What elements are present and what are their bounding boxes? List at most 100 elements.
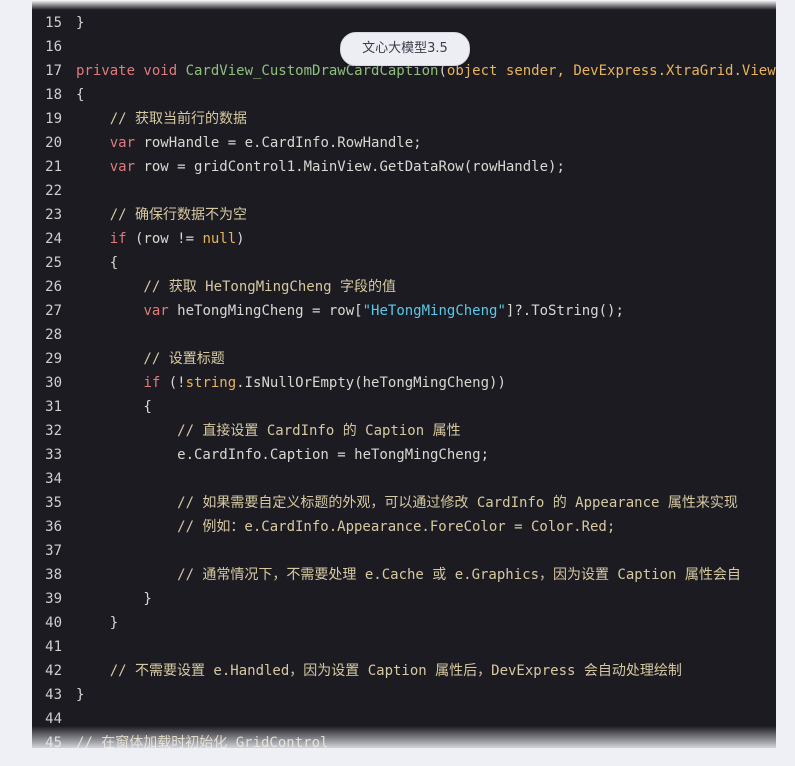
line-code: if (row != null)	[76, 227, 245, 251]
code-token: // 设置标题	[76, 351, 225, 367]
line-code: // 在窗体加载时初始化 GridControl	[76, 731, 328, 748]
code-line: 38 // 通常情况下，不需要处理 e.Cache 或 e.Graphics，因…	[32, 563, 776, 587]
line-code: if (!string.IsNullOrEmpty(heTongMingChen…	[76, 371, 506, 395]
code-line: 31 {	[32, 395, 776, 419]
code-token: // 通常情况下，不需要处理 e.Cache 或 e.Graphics，因为设置…	[76, 567, 741, 583]
code-line: 45 // 在窗体加载时初始化 GridControl	[32, 731, 776, 748]
code-line: 21 var row = gridControl1.MainView.GetDa…	[32, 155, 776, 179]
code-token: var	[109, 135, 136, 151]
line-code: }	[76, 587, 151, 611]
line-number: 17	[45, 63, 62, 79]
code-line: 40 }	[32, 611, 776, 635]
code-line: 27 var heTongMingCheng = row["HeTongMing…	[32, 299, 776, 323]
code-token: }	[76, 15, 85, 31]
line-number: 23	[45, 207, 62, 223]
code-token: (!	[160, 375, 186, 391]
line-number: 18	[45, 87, 62, 103]
line-code: {	[76, 395, 151, 419]
code-line: 32 // 直接设置 CardInfo 的 Caption 属性	[32, 419, 776, 443]
line-code: var rowHandle = e.CardInfo.RowHandle;	[76, 131, 422, 155]
line-code: // 不需要设置 e.Handled，因为设置 Caption 属性后，DevE…	[76, 659, 682, 683]
line-number: 16	[45, 39, 62, 55]
line-number: 38	[45, 567, 62, 583]
line-number: 22	[45, 183, 62, 199]
code-token: // 在窗体加载时初始化 GridControl	[76, 735, 329, 748]
line-number: 21	[45, 159, 62, 175]
code-line: 37	[32, 539, 776, 563]
code-line: 20 var rowHandle = e.CardInfo.RowHandle;	[32, 131, 776, 155]
code-token: rowHandle = e.CardInfo.RowHandle;	[135, 135, 422, 151]
line-number: 33	[45, 447, 62, 463]
line-code: e.CardInfo.Caption = heTongMingCheng;	[76, 443, 489, 467]
code-token: // 直接设置 CardInfo 的 Caption 属性	[76, 423, 461, 439]
line-code: }	[76, 683, 84, 707]
code-token: .IsNullOrEmpty(heTongMingCheng))	[236, 375, 506, 391]
code-lines: 15} 16 17 private void CardView_CustomDrawC…	[32, 11, 776, 748]
code-token: heTongMingCheng = row[	[168, 303, 363, 319]
code-token: if	[109, 231, 127, 247]
code-token: )	[236, 231, 245, 247]
line-code: // 确保行数据不为空	[76, 203, 247, 227]
code-token: string	[185, 375, 237, 391]
line-number: 42	[45, 663, 62, 679]
line-code: {	[76, 251, 118, 275]
line-number: 25	[45, 255, 62, 271]
code-line: 23 // 确保行数据不为空	[32, 203, 776, 227]
line-code: var heTongMingCheng = row["HeTongMingChe…	[76, 299, 624, 323]
code-token: // 如果需要自定义标题的外观，可以通过修改 CardInfo 的 Appear…	[76, 495, 738, 511]
code-line: 43}	[32, 683, 776, 707]
code-line: 42 // 不需要设置 e.Handled，因为设置 Caption 属性后，D…	[32, 659, 776, 683]
line-number: 24	[45, 231, 62, 247]
line-code: // 获取 HeTongMingCheng 字段的值	[76, 275, 396, 299]
line-number: 32	[45, 423, 62, 439]
code-token: // 确保行数据不为空	[76, 207, 248, 223]
code-token: null	[202, 231, 237, 247]
code-line: 44	[32, 707, 776, 731]
code-token: (row !=	[126, 231, 203, 247]
line-code: // 例如：e.CardInfo.Appearance.ForeColor = …	[76, 515, 615, 539]
model-badge[interactable]: 文心大模型3.5	[340, 32, 470, 66]
line-number: 35	[45, 495, 62, 511]
code-line: 19 // 获取当前行的数据	[32, 107, 776, 131]
line-number: 19	[45, 111, 62, 127]
code-line: 24 if (row != null)	[32, 227, 776, 251]
code-line: 22	[32, 179, 776, 203]
code-token: }	[76, 687, 85, 703]
code-token: "HeTongMingCheng"	[362, 303, 506, 319]
line-number: 41	[45, 639, 62, 655]
line-number: 30	[45, 375, 62, 391]
line-code: }	[76, 11, 84, 35]
line-number: 26	[45, 279, 62, 295]
code-token: var	[143, 303, 169, 319]
code-token: private void	[76, 63, 186, 79]
code-line: 39 }	[32, 587, 776, 611]
line-number: 31	[45, 399, 62, 415]
code-token: // 不需要设置 e.Handled，因为设置 Caption 属性后，DevE…	[76, 663, 682, 679]
line-number: 29	[45, 351, 62, 367]
line-number: 37	[45, 543, 62, 559]
line-code: }	[76, 611, 118, 635]
code-line: 41	[32, 635, 776, 659]
line-number: 44	[45, 711, 62, 727]
code-line: 35 // 如果需要自定义标题的外观，可以通过修改 CardInfo 的 App…	[32, 491, 776, 515]
code-line: 18 {	[32, 83, 776, 107]
code-token: if	[143, 375, 161, 391]
line-code: // 如果需要自定义标题的外观，可以通过修改 CardInfo 的 Appear…	[76, 491, 738, 515]
line-code: // 直接设置 CardInfo 的 Caption 属性	[76, 419, 461, 443]
code-token: sender, DevExpress.XtraGrid.Views.	[497, 63, 776, 79]
code-token: // 获取当前行的数据	[76, 111, 248, 127]
code-token: ]?.ToString();	[505, 303, 624, 319]
code-line: 36 // 例如：e.CardInfo.Appearance.ForeColor…	[32, 515, 776, 539]
line-number: 36	[45, 519, 62, 535]
code-token: row = gridControl1.MainView.GetDataRow(r…	[135, 159, 565, 175]
code-line: 28	[32, 323, 776, 347]
code-line: 25 {	[32, 251, 776, 275]
code-token: }	[76, 615, 119, 631]
line-code: // 通常情况下，不需要处理 e.Cache 或 e.Graphics，因为设置…	[76, 563, 741, 587]
code-token: e.CardInfo.Caption = heTongMingCheng;	[76, 447, 490, 463]
code-token: var	[109, 159, 136, 175]
line-code: var row = gridControl1.MainView.GetDataR…	[76, 155, 565, 179]
